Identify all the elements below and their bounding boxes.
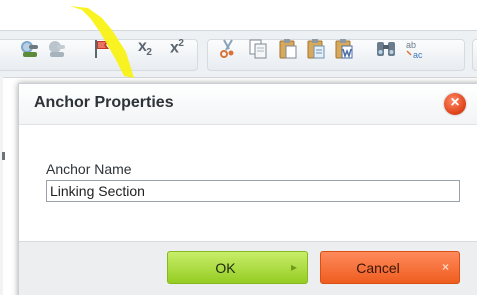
- copy-icon[interactable]: [246, 37, 270, 61]
- close-x-icon: ×: [441, 260, 449, 274]
- dialog-footer: OK ▸ Cancel ×: [19, 241, 477, 295]
- paste-word-icon[interactable]: [332, 37, 356, 61]
- paste-text-icon[interactable]: [304, 37, 328, 61]
- cut-icon[interactable]: [216, 37, 240, 61]
- link-icon[interactable]: [18, 37, 42, 61]
- cancel-button[interactable]: Cancel ×: [320, 251, 460, 284]
- ok-button-label: OK: [215, 260, 236, 276]
- unlink-icon[interactable]: [45, 37, 69, 61]
- anchor-name-input[interactable]: [46, 180, 460, 202]
- anchor-properties-dialog: Anchor Properties Anchor Name OK ▸ Cance…: [18, 83, 477, 295]
- dialog-title: Anchor Properties: [34, 94, 174, 111]
- toolbar-group-overflow: [472, 39, 477, 71]
- editor-left-mark: [2, 152, 5, 160]
- anchor-name-label: Anchor Name: [46, 161, 132, 177]
- cancel-button-label: Cancel: [356, 260, 400, 276]
- editor-left-edge: [0, 77, 3, 295]
- find-icon[interactable]: [374, 37, 398, 61]
- ok-button[interactable]: OK ▸: [167, 251, 308, 284]
- svg-text:ab: ab: [406, 40, 416, 50]
- close-icon[interactable]: [444, 93, 466, 115]
- svg-text:ac: ac: [413, 50, 423, 60]
- anchor-flag-icon[interactable]: [90, 37, 114, 61]
- superscript-button[interactable]: x2: [170, 38, 184, 57]
- paste-icon[interactable]: [276, 37, 300, 61]
- editor-screen: x2 x2 abac Anchor Properties Anchor Name: [0, 0, 477, 295]
- subscript-button[interactable]: x2: [138, 38, 152, 58]
- dialog-header[interactable]: Anchor Properties: [19, 84, 477, 125]
- dialog-body: Anchor Name: [19, 125, 477, 241]
- replace-icon[interactable]: ab ac: [402, 37, 426, 61]
- chevron-right-icon: ▸: [290, 260, 297, 274]
